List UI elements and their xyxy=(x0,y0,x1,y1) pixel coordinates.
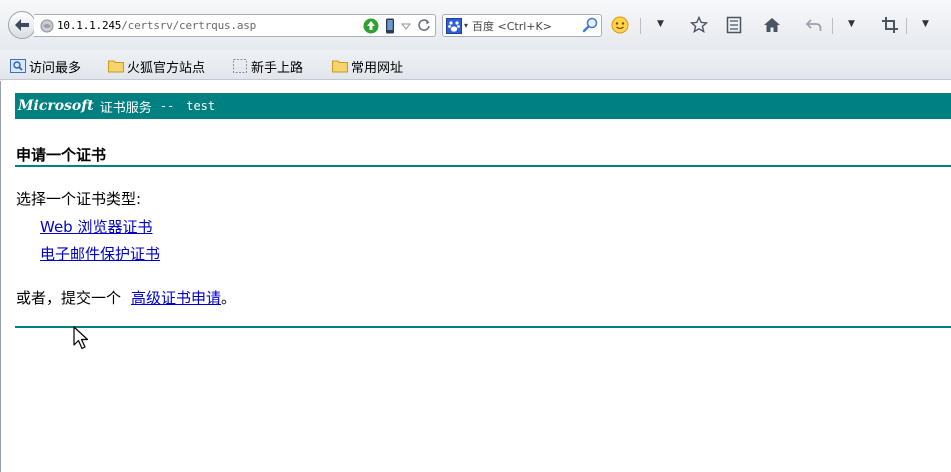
page-title: 申请一个证书 xyxy=(16,146,107,164)
brand-name: Microsoft xyxy=(18,98,94,114)
mobile-device-icon[interactable] xyxy=(385,18,395,34)
addon-dropdown-icon[interactable]: ▼ xyxy=(657,19,664,29)
bookmark-most-visited[interactable]: 访问最多 xyxy=(10,58,82,76)
email-protection-cert-link[interactable]: 电子邮件保护证书 xyxy=(40,243,160,264)
search-placeholder: <Ctrl+K> xyxy=(497,19,552,33)
baidu-engine-icon[interactable] xyxy=(446,17,462,34)
search-engine-name: 百度 xyxy=(472,19,495,33)
history-dropdown-icon[interactable] xyxy=(401,21,411,31)
bookmark-star-icon[interactable] xyxy=(689,15,709,35)
advanced-request-line: 或者，提交一个 高级证书申请。 xyxy=(16,287,236,308)
bookmarks-menu-icon[interactable] xyxy=(724,15,744,35)
web-browser-cert-link[interactable]: Web 浏览器证书 xyxy=(40,216,152,237)
bookmark-label: 访问最多 xyxy=(29,60,82,76)
advanced-cert-request-link[interactable]: 高级证书申请 xyxy=(131,289,221,307)
engine-dropdown-icon[interactable]: ▾ xyxy=(464,21,468,30)
bookmark-label: 新手上路 xyxy=(251,60,304,76)
bookmark-common-sites[interactable]: 常用网址 xyxy=(332,58,404,76)
page-content: Microsoft 证书服务 -- test 申请一个证书 选择一个证书类型: … xyxy=(0,81,951,472)
bookmark-firefox-official[interactable]: 火狐官方站点 xyxy=(108,58,206,76)
reload-icon[interactable] xyxy=(417,19,431,33)
go-green-icon[interactable] xyxy=(363,18,379,34)
page-header-bar: Microsoft 证书服务 -- test xyxy=(15,93,951,119)
bookmark-label: 火狐官方站点 xyxy=(127,60,206,76)
search-input[interactable]: 百度 <Ctrl+K> xyxy=(472,18,584,34)
window-left-edge xyxy=(0,81,1,472)
mouse-cursor-icon xyxy=(73,326,89,350)
undo-closed-tab-icon[interactable] xyxy=(804,15,824,35)
advanced-prefix: 或者，提交一个 xyxy=(16,289,122,307)
toolbar-separator xyxy=(906,18,907,34)
url-host: 10.1.1.245 xyxy=(57,19,122,32)
bookmark-getting-started[interactable]: 新手上路 xyxy=(232,58,304,76)
bookmarks-toolbar: 访问最多 火狐官方站点 新手上路 常用网址 xyxy=(0,50,951,80)
url-bar-actions xyxy=(363,18,431,34)
undo-dropdown-icon[interactable]: ▼ xyxy=(848,19,855,29)
search-magnifier-icon[interactable] xyxy=(581,16,599,34)
title-divider xyxy=(15,165,951,167)
ca-name: test xyxy=(186,99,216,113)
back-arrow-icon xyxy=(15,19,29,31)
toolbar-separator xyxy=(832,18,833,34)
navigation-toolbar: 10.1.1.245/certsrv/certrqus.asp ▾ 百度 <Ct… xyxy=(0,0,951,50)
page-icon xyxy=(232,59,248,73)
service-name: 证书服务 xyxy=(99,100,152,116)
toolbar-separator xyxy=(640,18,641,34)
back-button[interactable] xyxy=(8,11,36,39)
most-visited-icon xyxy=(10,59,26,73)
home-icon[interactable] xyxy=(762,15,782,35)
header-separator: -- xyxy=(159,99,175,113)
url-bar[interactable]: 10.1.1.245/certsrv/certrqus.asp xyxy=(34,14,436,37)
cert-type-prompt: 选择一个证书类型: xyxy=(16,190,142,208)
addon-face-icon[interactable] xyxy=(610,15,630,35)
url-text[interactable]: 10.1.1.245/certsrv/certrqus.asp xyxy=(57,19,256,32)
footer-divider xyxy=(15,326,951,328)
screenshot-crop-icon[interactable] xyxy=(880,15,900,35)
crop-dropdown-icon[interactable]: ▼ xyxy=(922,19,929,29)
site-identity-icon[interactable] xyxy=(40,19,54,33)
folder-icon xyxy=(108,59,124,73)
url-path: /certsrv/certrqus.asp xyxy=(121,19,257,32)
bookmark-label: 常用网址 xyxy=(351,60,404,76)
advanced-suffix: 。 xyxy=(221,289,237,307)
search-bar[interactable]: ▾ 百度 <Ctrl+K> xyxy=(442,14,602,37)
folder-icon xyxy=(332,59,348,73)
